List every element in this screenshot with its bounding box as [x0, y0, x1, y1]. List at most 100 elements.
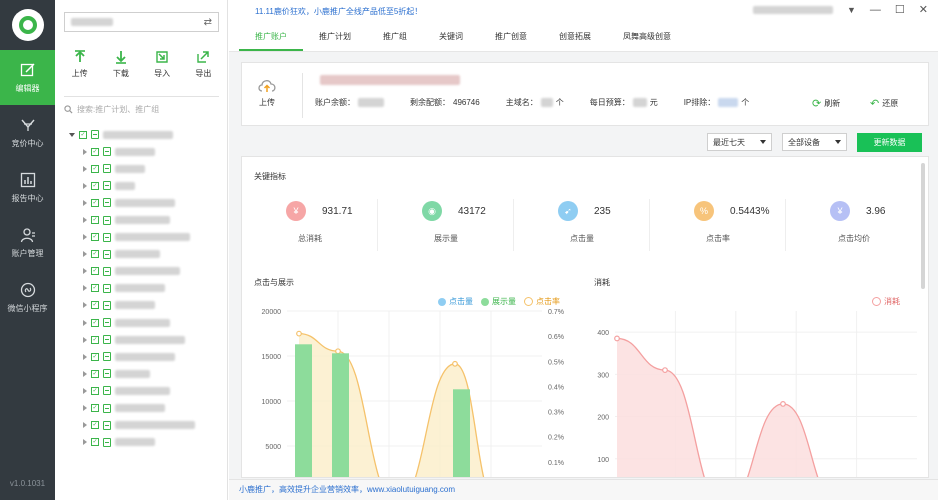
expand-toggle-icon[interactable]: [83, 405, 87, 412]
expand-toggle-icon[interactable]: [83, 148, 87, 155]
tree-campaign-row[interactable]: ✓: [69, 246, 224, 263]
expand-toggle-icon[interactable]: [83, 182, 87, 189]
expand-toggle-icon[interactable]: [83, 439, 87, 446]
tab-account[interactable]: 推广账户: [239, 31, 303, 51]
expand-toggle-icon[interactable]: [83, 387, 87, 394]
checkbox[interactable]: ✓: [91, 318, 99, 327]
checkbox[interactable]: ✓: [91, 352, 99, 361]
expand-toggle-icon[interactable]: [83, 217, 87, 224]
checkbox[interactable]: ✓: [91, 250, 99, 259]
account-selector[interactable]: ⇄: [64, 12, 219, 32]
metrics-title: 关键指标: [254, 172, 286, 181]
tree-search-input[interactable]: 搜索:推广计划、推广组: [64, 96, 219, 116]
tree-root-row[interactable]: ✓: [69, 126, 224, 143]
expand-toggle-icon[interactable]: [83, 199, 87, 206]
nav-item-report-center[interactable]: 报告中心: [0, 160, 55, 215]
kpi-label: 总消耗: [298, 234, 322, 243]
checkbox[interactable]: ✓: [91, 404, 99, 413]
nav-item-bid-center[interactable]: 竞价中心: [0, 105, 55, 160]
user-name-redacted: [752, 5, 833, 14]
tree-campaign-row[interactable]: ✓: [69, 194, 224, 211]
expand-toggle-icon[interactable]: [83, 302, 87, 309]
dropdown-arrow-icon[interactable]: ▼: [847, 5, 856, 15]
maximize-icon[interactable]: ☐: [895, 3, 905, 16]
tree-campaign-row[interactable]: ✓: [69, 348, 224, 365]
tree-campaign-row[interactable]: ✓: [69, 365, 224, 382]
close-icon[interactable]: ✕: [919, 3, 928, 16]
refresh-label: 刷新: [824, 99, 841, 108]
budget-suffix: 元: [649, 98, 658, 107]
download-button[interactable]: 下载: [103, 50, 139, 86]
upload-button[interactable]: 上传: [62, 50, 98, 86]
expand-toggle-icon[interactable]: [83, 234, 87, 241]
tree-campaign-row[interactable]: ✓: [69, 297, 224, 314]
expand-toggle-icon[interactable]: [83, 268, 87, 275]
footer-ad[interactable]: 小鹿推广，高效提升企业营销效率，www.xiaolutuiguang.com: [229, 479, 938, 500]
checkbox[interactable]: ✓: [91, 267, 99, 276]
campaign-icon: [103, 318, 111, 328]
checkbox[interactable]: ✓: [91, 301, 99, 310]
tree-campaign-row[interactable]: ✓: [69, 160, 224, 177]
tab-advanced-creative[interactable]: 凤舞高级创意: [607, 31, 687, 51]
tree-campaign-row[interactable]: ✓: [69, 314, 224, 331]
expand-toggle-icon[interactable]: [83, 353, 87, 360]
expand-toggle-icon[interactable]: [83, 285, 87, 292]
campaign-name-redacted: [115, 438, 155, 447]
nav-item-mini-program[interactable]: 微信小程序: [0, 270, 55, 325]
nav-item-editor[interactable]: 编辑器: [0, 50, 55, 105]
expand-toggle-icon[interactable]: [83, 165, 87, 172]
import-button[interactable]: 导入: [144, 50, 180, 86]
checkbox[interactable]: ✓: [79, 130, 87, 139]
minimize-icon[interactable]: —: [870, 4, 881, 16]
tree-campaign-row[interactable]: ✓: [69, 263, 224, 280]
expand-toggle-icon[interactable]: [83, 422, 87, 429]
checkbox[interactable]: ✓: [91, 147, 99, 156]
tree-campaign-row[interactable]: ✓: [69, 229, 224, 246]
restore-button[interactable]: ↶ 还原: [870, 97, 898, 110]
checkbox[interactable]: ✓: [91, 335, 99, 344]
search-icon: [64, 105, 73, 114]
checkbox[interactable]: ✓: [91, 369, 99, 378]
cost-point: [780, 400, 786, 407]
checkbox[interactable]: ✓: [91, 386, 99, 395]
checkbox[interactable]: ✓: [91, 216, 99, 225]
tree-campaign-row[interactable]: ✓: [69, 143, 224, 160]
expand-toggle-icon[interactable]: [83, 251, 87, 258]
tree-campaign-row[interactable]: ✓: [69, 417, 224, 434]
period-select[interactable]: 最近七天: [707, 133, 772, 151]
device-select[interactable]: 全部设备: [782, 133, 847, 151]
tree-campaign-row[interactable]: ✓: [69, 211, 224, 228]
refresh-button[interactable]: ⟳ 刷新: [812, 97, 840, 110]
tree-campaign-row[interactable]: ✓: [69, 331, 224, 348]
tab-campaign[interactable]: 推广计划: [303, 31, 367, 51]
checkbox[interactable]: ✓: [91, 198, 99, 207]
tab-creative[interactable]: 推广创意: [479, 31, 543, 51]
expand-toggle-icon[interactable]: [69, 132, 75, 137]
nav-label: 竞价中心: [11, 138, 44, 148]
checkbox[interactable]: ✓: [91, 164, 99, 173]
tree-campaign-row[interactable]: ✓: [69, 400, 224, 417]
divider: [302, 73, 303, 118]
tab-keyword[interactable]: 关键词: [423, 31, 479, 51]
checkbox[interactable]: ✓: [91, 284, 99, 293]
nav-item-account-management[interactable]: 账户管理: [0, 215, 55, 270]
tree-campaign-row[interactable]: ✓: [69, 382, 224, 399]
app-logo: [0, 0, 55, 50]
tab-adgroup[interactable]: 推广组: [367, 31, 423, 51]
update-data-button[interactable]: 更新数据: [857, 133, 922, 152]
checkbox[interactable]: ✓: [91, 421, 99, 430]
tree-campaign-row[interactable]: ✓: [69, 434, 224, 451]
tab-creative-expansion[interactable]: 创意拓展: [543, 31, 607, 51]
tree-campaign-row[interactable]: ✓: [69, 177, 224, 194]
export-button[interactable]: 导出: [185, 50, 221, 86]
checkbox[interactable]: ✓: [91, 181, 99, 190]
checkbox[interactable]: ✓: [91, 438, 99, 447]
expand-toggle-icon[interactable]: [83, 319, 87, 326]
checkbox[interactable]: ✓: [91, 233, 99, 242]
promo-banner[interactable]: 11.11鹿价狂欢，小鹿推广全线产品低至5折起！: [255, 6, 422, 17]
expand-toggle-icon[interactable]: [83, 370, 87, 377]
expand-toggle-icon[interactable]: [83, 336, 87, 343]
top-bar: 11.11鹿价狂欢，小鹿推广全线产品低至5折起！ ▼ — ☐ ✕ 推广账户 推广…: [229, 0, 938, 52]
account-upload-button[interactable]: 上传: [257, 78, 277, 108]
tree-campaign-row[interactable]: ✓: [69, 280, 224, 297]
